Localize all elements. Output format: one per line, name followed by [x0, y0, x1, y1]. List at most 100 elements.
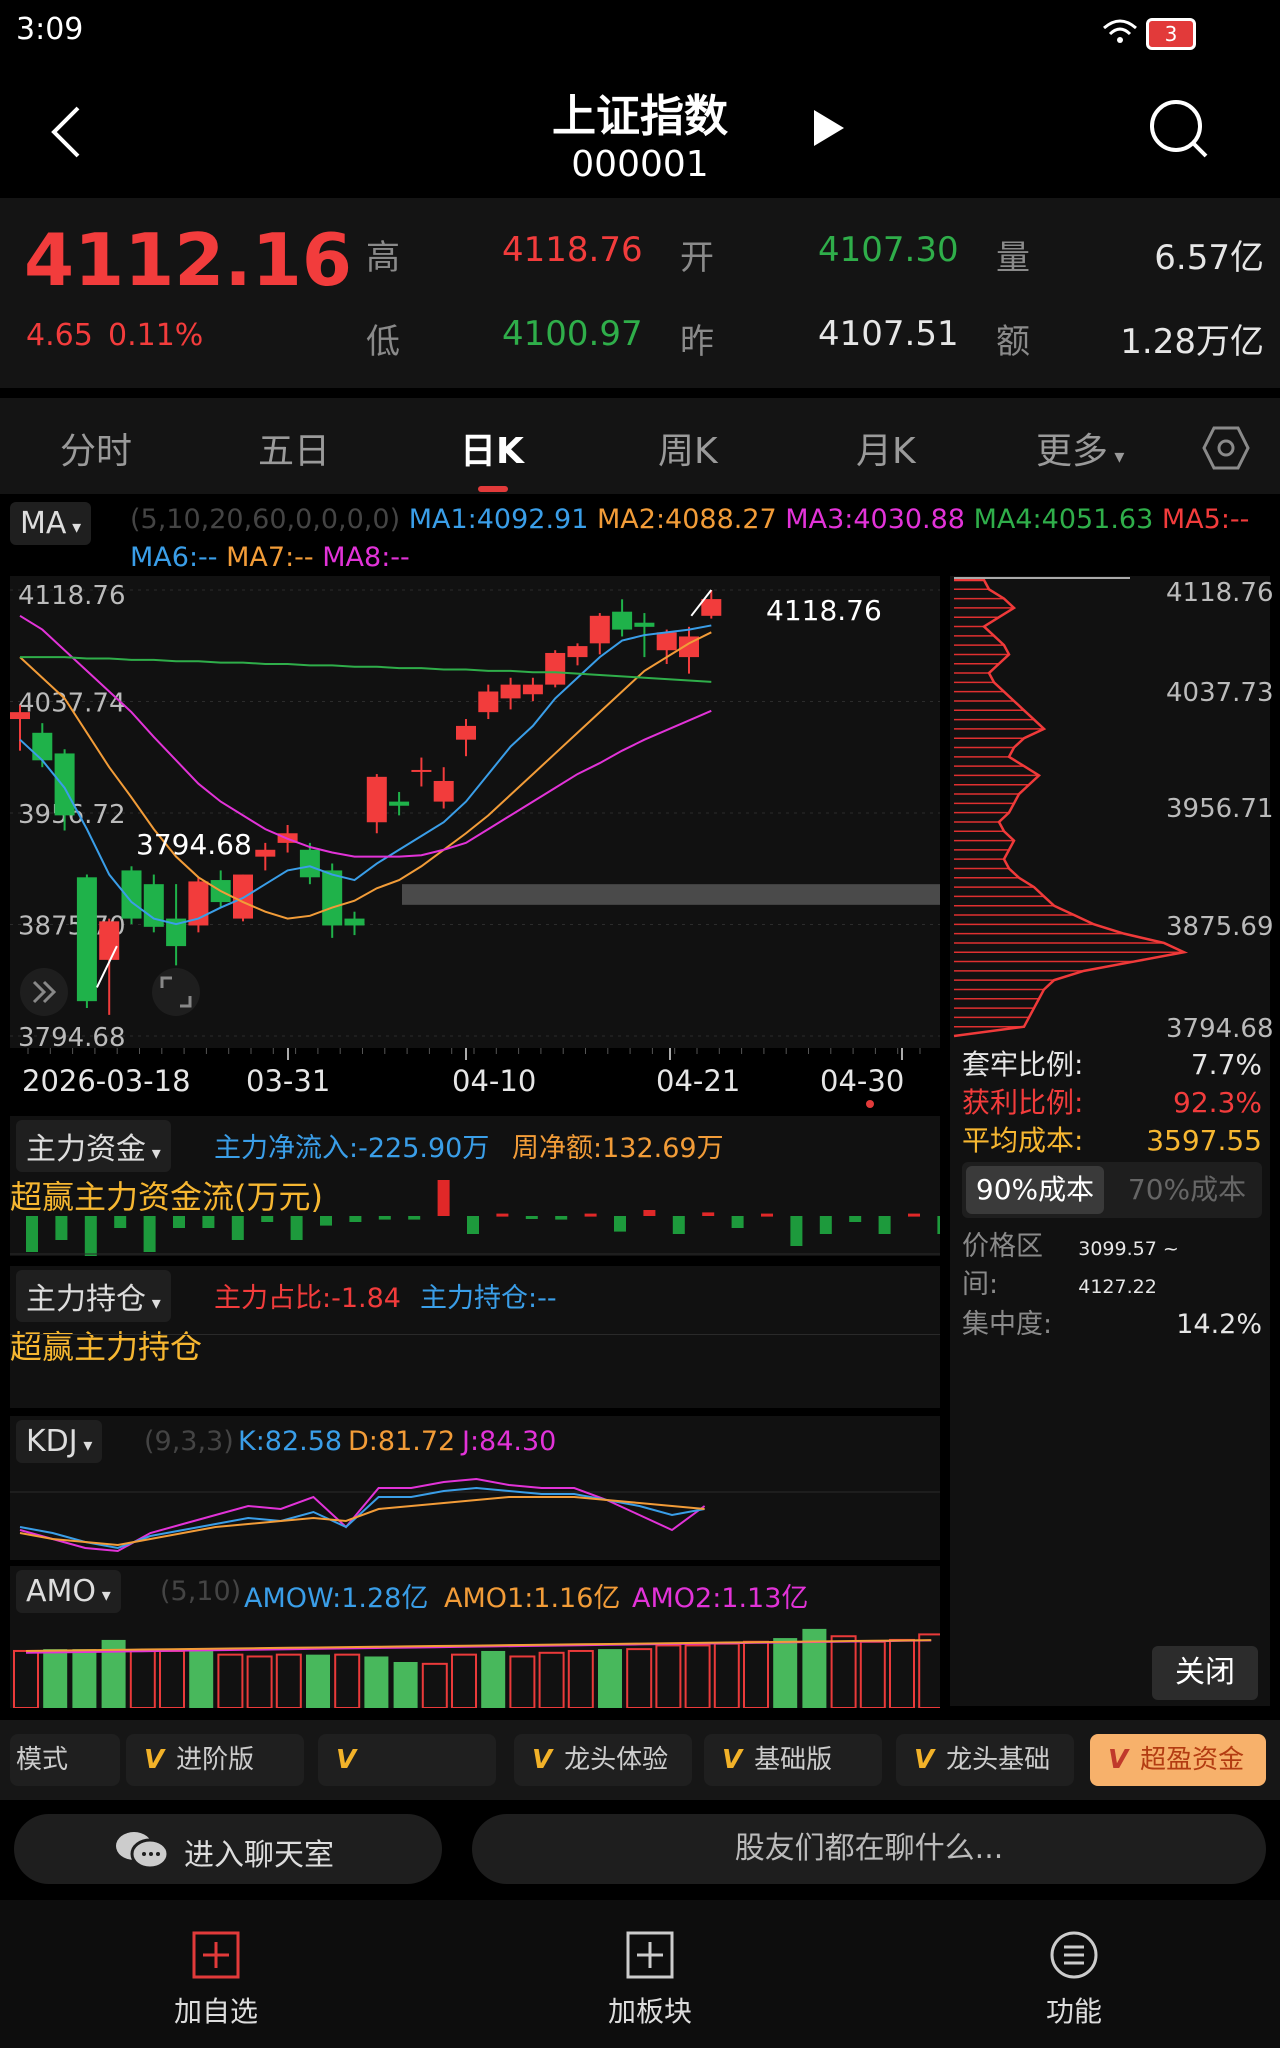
current-date-dot [866, 1100, 874, 1108]
amo-bar [129, 1649, 156, 1708]
tab-daily-k[interactable]: 日K [460, 422, 524, 474]
fund-bar [790, 1216, 803, 1246]
candle [656, 632, 677, 651]
mode-chip-4[interactable]: V 基础版 [704, 1734, 882, 1786]
fund-bar [555, 1216, 568, 1220]
add-block-button[interactable]: 加板块 [570, 1930, 730, 2030]
kdj-selector[interactable]: KDJ ▾ [16, 1420, 103, 1463]
tab-five-day[interactable]: 五日 [258, 422, 330, 474]
amo-bar [13, 1649, 39, 1708]
amo-bar [655, 1644, 682, 1708]
mode-chip-5[interactable]: V 龙头基础 [896, 1734, 1074, 1786]
mode-chip-6-active[interactable]: V 超盈资金 [1090, 1734, 1266, 1786]
fund-bar [437, 1180, 450, 1216]
amt-label: 额 [996, 322, 1030, 362]
add-favorite-button[interactable]: 加自选 [136, 1930, 296, 2030]
fund-selector-label: 主力资金 [26, 1132, 146, 1167]
kdj-params: (9,3,3) [144, 1426, 234, 1457]
candle [411, 769, 432, 772]
candle [32, 732, 53, 761]
fund-bar [584, 1213, 597, 1217]
fund-flow-bars [10, 1180, 940, 1256]
fund-bar [84, 1216, 97, 1256]
top-nav: 上证指数 000001 [0, 64, 1280, 198]
price-band [402, 884, 940, 905]
kdj-d: D:81.72 [348, 1426, 456, 1457]
amo-bar [451, 1653, 477, 1708]
settings-hexagon-icon[interactable] [1202, 426, 1250, 470]
amo-bar [72, 1649, 97, 1708]
fund-bar [378, 1216, 391, 1220]
amo-bar [481, 1650, 506, 1708]
search-icon[interactable] [1148, 98, 1212, 162]
mode-chip-3[interactable]: V 龙头体验 [514, 1734, 692, 1786]
candle [589, 615, 610, 644]
fund-selector[interactable]: 主力资金 ▾ [16, 1120, 171, 1172]
mode-chip-1[interactable]: V 进阶版 [126, 1734, 304, 1786]
fund-bar [672, 1216, 685, 1234]
date-tick-2: 04-10 [452, 1064, 537, 1098]
mode-chip-2[interactable]: V [318, 1734, 496, 1786]
amo-bar [713, 1642, 740, 1708]
add-block-icon [626, 1931, 674, 1979]
mode-chip-5-label: 龙头基础 [946, 1745, 1051, 1775]
add-favorite-icon [192, 1931, 240, 1979]
fund-bar [114, 1216, 127, 1228]
holding-selector[interactable]: 主力持仓 ▾ [16, 1270, 171, 1322]
tab-more[interactable]: 更多 ▾ [1036, 422, 1124, 474]
amo-bar [918, 1633, 940, 1708]
fund-bar [819, 1216, 832, 1234]
candle [99, 921, 120, 960]
amo-bar [598, 1649, 622, 1708]
close-chip-button[interactable]: 关闭 [1152, 1646, 1258, 1700]
cost-90-button[interactable]: 90%成本 [966, 1166, 1104, 1214]
enter-chat-button[interactable]: 进入聊天室 [14, 1814, 442, 1884]
tab-intraday[interactable]: 分时 [60, 422, 132, 474]
candle [456, 725, 476, 740]
ma2-value: MA2:4088.27 [597, 504, 777, 535]
play-icon[interactable] [812, 108, 846, 148]
low-value: 4100.97 [502, 314, 643, 354]
chip-price-4: 3794.68 [1166, 1014, 1274, 1044]
candle [522, 684, 543, 695]
fund-bar [349, 1216, 362, 1222]
ma8-value: MA8:-- [322, 542, 410, 573]
fund-bar [849, 1216, 862, 1222]
candle [612, 611, 633, 630]
amo-bar [43, 1649, 68, 1708]
fund-bar [614, 1216, 626, 1232]
holding-selector-label: 主力持仓 [26, 1282, 146, 1317]
amo-selector[interactable]: AMO ▾ [16, 1570, 121, 1613]
fund-bar [525, 1216, 538, 1219]
quote-panel: 4112.16 4.65 0.11% 高 4118.76 低 4100.97 开… [0, 198, 1280, 388]
candle [634, 622, 655, 627]
menu-circle-icon [1050, 1931, 1098, 1979]
amo-bar [889, 1638, 915, 1708]
tab-weekly-k[interactable]: 周K [658, 422, 718, 474]
tab-monthly-k[interactable]: 月K [856, 422, 916, 474]
fund-bar [408, 1216, 421, 1220]
cost-70-button[interactable]: 70%成本 [1118, 1166, 1256, 1214]
candlestick-chart[interactable]: 4118.764037.743956.723875.703794.684118.… [10, 576, 940, 1048]
amo-params: (5,10) [160, 1576, 242, 1607]
amo-selector-label: AMO [26, 1574, 97, 1609]
trap-value: 7.7% [1190, 1048, 1262, 1081]
fullscreen-button-icon [152, 968, 200, 1016]
function-button[interactable]: 功能 [994, 1930, 1154, 2030]
chat-prompt-input[interactable]: 股友们都在聊什么... [472, 1814, 1266, 1884]
candle [255, 849, 276, 857]
tab-more-label: 更多 [1036, 431, 1109, 472]
kdj-j: J:84.30 [462, 1426, 557, 1457]
mode-chip-3-label: 龙头体验 [564, 1745, 669, 1775]
ma-selector[interactable]: MA ▾ [10, 502, 92, 545]
fund-bar [761, 1213, 773, 1217]
holding-ratio: 主力占比:-1.84 [214, 1283, 401, 1314]
date-tick-1: 03-31 [246, 1064, 331, 1098]
candle [500, 684, 521, 699]
fund-bar [643, 1210, 656, 1216]
chevron-down-icon: ▾ [146, 1293, 161, 1314]
mode-chip-0[interactable]: 模式 [10, 1734, 120, 1786]
avg-cost-label: 平均成本: [962, 1124, 1084, 1157]
chevron-down-icon: ▾ [77, 1435, 93, 1456]
amo-bar [159, 1649, 185, 1708]
